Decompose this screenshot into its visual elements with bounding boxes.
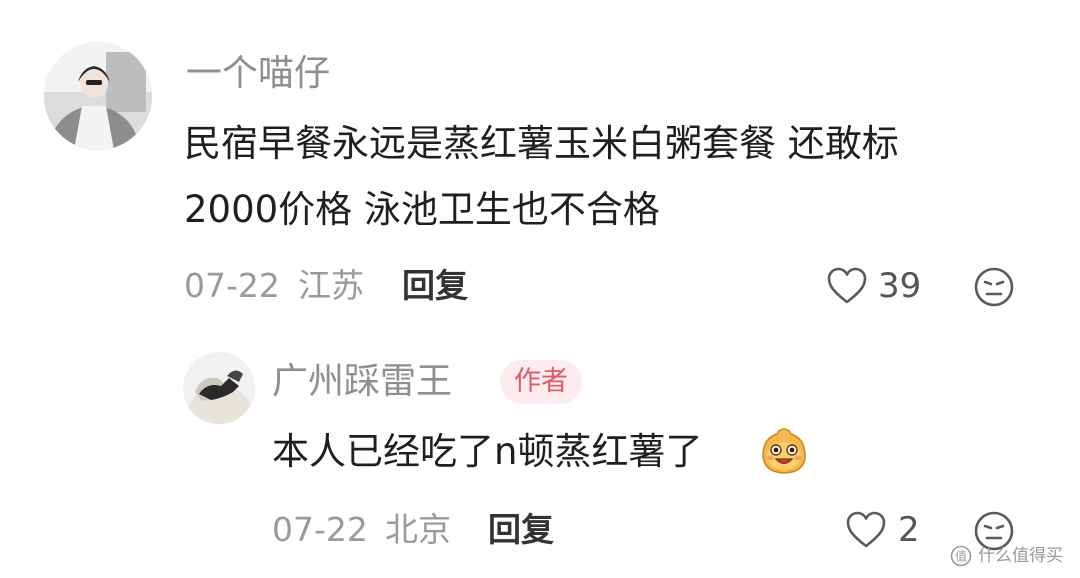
comment-location: 江苏 bbox=[298, 266, 364, 305]
reply-comment-item: 广州踩雷王 作者 本人已经吃了n顿蒸红薯了 07-22 北京 回复 2 bbox=[0, 330, 1080, 578]
comment-text-line-2: 2000价格 泳池卫生也不合格 bbox=[184, 188, 660, 231]
heart-outline-icon[interactable] bbox=[826, 266, 868, 306]
user-avatar[interactable] bbox=[183, 352, 255, 424]
watermark: 值 什么值得买 bbox=[950, 543, 1076, 569]
like-count: 39 bbox=[878, 266, 922, 306]
comment-text-line-1: 民宿早餐永远是蒸红薯玉米白粥套餐 还敢标 bbox=[184, 122, 899, 165]
like-count: 2 bbox=[898, 510, 920, 550]
comment-date: 07-22 bbox=[272, 510, 368, 549]
reply-button[interactable]: 回复 bbox=[488, 510, 554, 550]
user-avatar[interactable] bbox=[44, 42, 152, 150]
watermark-text: 什么值得买 bbox=[978, 546, 1063, 566]
author-badge: 作者 bbox=[500, 360, 582, 404]
grinning-potato-emoji bbox=[760, 426, 808, 476]
username[interactable]: 一个喵仔 bbox=[186, 52, 330, 96]
comment-text: 本人已经吃了n顿蒸红薯了 bbox=[272, 430, 703, 473]
heart-outline-icon[interactable] bbox=[845, 510, 887, 550]
svg-text:值: 值 bbox=[955, 549, 967, 564]
meh-face-icon[interactable] bbox=[973, 266, 1015, 308]
comment-location: 北京 bbox=[385, 510, 451, 549]
comment-date: 07-22 bbox=[184, 266, 280, 305]
smzdm-logo-icon: 值 bbox=[950, 545, 972, 567]
username[interactable]: 广州踩雷王 bbox=[272, 360, 452, 404]
comment-item: 一个喵仔 民宿早餐永远是蒸红薯玉米白粥套餐 还敢标 2000价格 泳池卫生也不合… bbox=[0, 0, 1080, 330]
reply-button[interactable]: 回复 bbox=[402, 266, 468, 306]
